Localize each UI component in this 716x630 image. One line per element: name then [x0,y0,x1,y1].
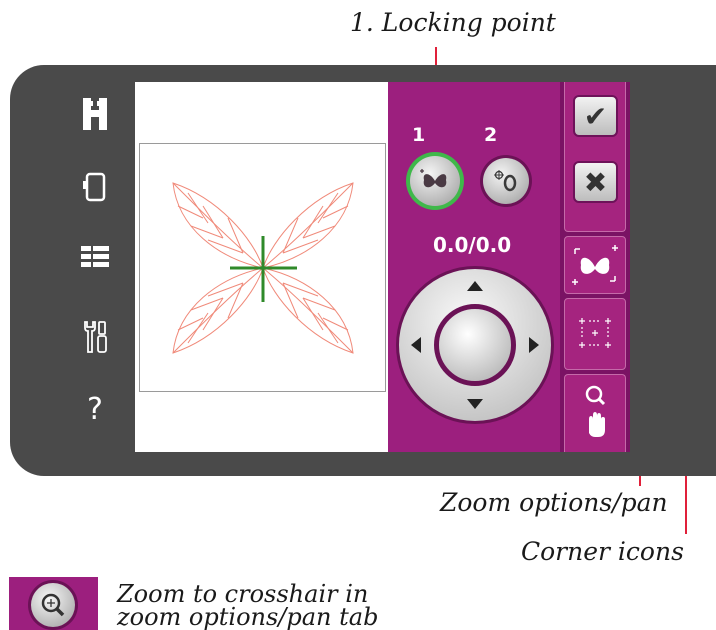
corner-points-icon [579,318,611,348]
tab-design-position[interactable] [564,236,626,294]
tab-zoom-pan[interactable] [564,374,626,452]
zoom-crosshair-icon [41,593,65,617]
move-up-button[interactable] [451,270,501,304]
cancel-button[interactable]: ✖ [573,161,618,203]
locking-point-callout: 1. Locking point [350,8,556,37]
confirm-button[interactable]: ✔ [573,95,618,137]
leaf-design [172,182,354,354]
corner-icons-callout: Corner icons [521,537,684,566]
position-point-icon [494,170,517,192]
help-icon[interactable]: ? [78,390,112,428]
hoop-icon[interactable] [78,170,112,204]
locking-point-2-button[interactable] [480,155,532,207]
move-right-button[interactable] [518,320,552,370]
stitch-menu-icon[interactable] [78,240,112,274]
zoom-options-pan-callout: Zoom options/pan [440,488,668,517]
position-readout: 0.0/0.0 [433,233,512,257]
checkmark-icon: ✔ [583,99,608,133]
embroidery-mode-icon[interactable] [78,96,112,132]
move-down-button[interactable] [451,386,501,420]
zoom-pan-icon [585,385,606,437]
locking-point-2-number: 2 [484,124,498,146]
locking-point-1-number: 1 [412,124,426,146]
butterfly-corner-icon [572,245,618,285]
wheel-center-button[interactable] [434,304,516,386]
move-left-button[interactable] [400,320,434,370]
zoom-to-crosshair-button[interactable] [28,580,78,630]
zoom-crosshair-callout-line2: zoom options/pan tab [117,603,379,630]
tools-icon[interactable] [78,318,112,356]
x-icon: ✖ [583,165,608,199]
zoom-to-crosshair-example [9,577,98,630]
locking-point-1-button[interactable] [406,152,464,210]
butterfly-icon [420,169,447,188]
tab-corner-icons[interactable] [564,298,626,370]
embroidery-hoop[interactable] [139,143,386,392]
